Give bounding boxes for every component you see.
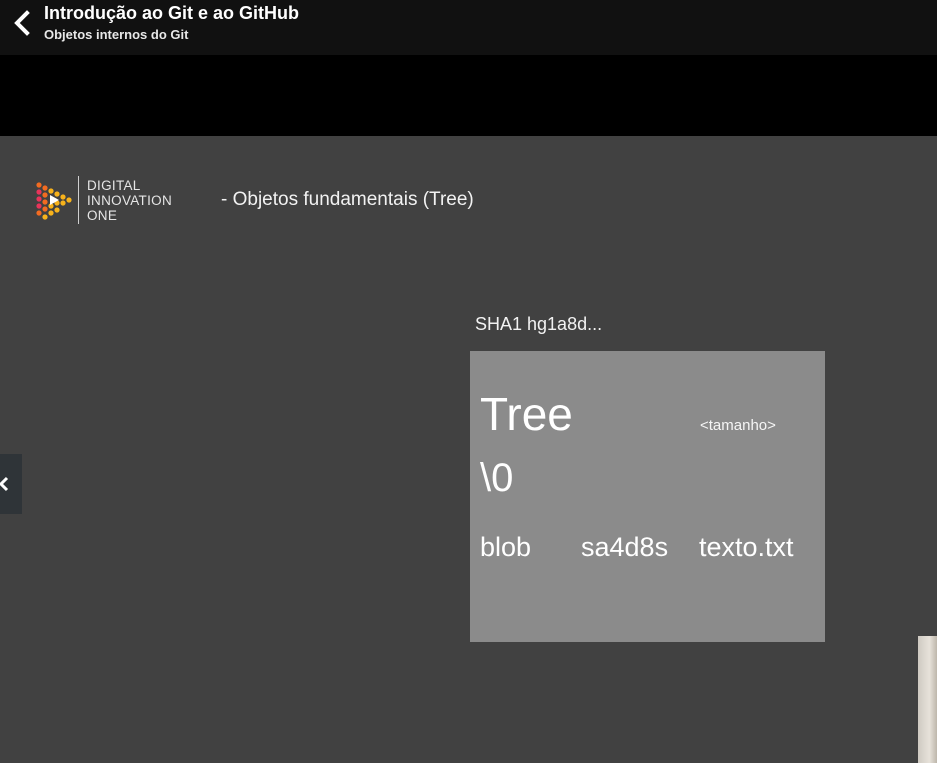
chevron-left-icon bbox=[0, 476, 9, 492]
sha-label: SHA1 hg1a8d... bbox=[475, 314, 603, 334]
lesson-title: Objetos internos do Git bbox=[44, 27, 189, 42]
entry-hash: sa4d8s bbox=[581, 532, 669, 562]
slide: DIGITAL INNOVATION ONE - Objetos fundame… bbox=[0, 136, 937, 763]
tree-object-box: Tree <tamanho> \0 blob sa4d8s texto.txt bbox=[470, 351, 825, 642]
top-bar: Introdução ao Git e ao GitHub Objetos in… bbox=[0, 0, 937, 55]
logo-text-line: DIGITAL bbox=[87, 178, 141, 193]
object-type-label: Tree bbox=[480, 388, 573, 440]
logo-text-line: ONE bbox=[87, 208, 118, 223]
course-title: Introdução ao Git e ao GitHub bbox=[44, 3, 300, 23]
side-nav-toggle[interactable] bbox=[0, 454, 22, 514]
dio-logo-mark bbox=[36, 182, 72, 220]
video-letterbox bbox=[0, 55, 937, 136]
dio-logo: DIGITAL INNOVATION ONE bbox=[33, 176, 193, 226]
entry-kind: blob bbox=[480, 532, 532, 562]
back-button[interactable] bbox=[8, 6, 34, 40]
entry-filename: texto.txt bbox=[699, 532, 794, 562]
null-terminator: \0 bbox=[480, 456, 514, 500]
video-thumbnail[interactable] bbox=[918, 636, 937, 763]
logo-text-line: INNOVATION bbox=[87, 193, 173, 208]
size-tag: <tamanho> bbox=[700, 417, 776, 434]
slide-heading: - Objetos fundamentais (Tree) bbox=[221, 189, 474, 210]
chevron-left-icon bbox=[14, 10, 30, 36]
logo-divider bbox=[78, 176, 79, 224]
